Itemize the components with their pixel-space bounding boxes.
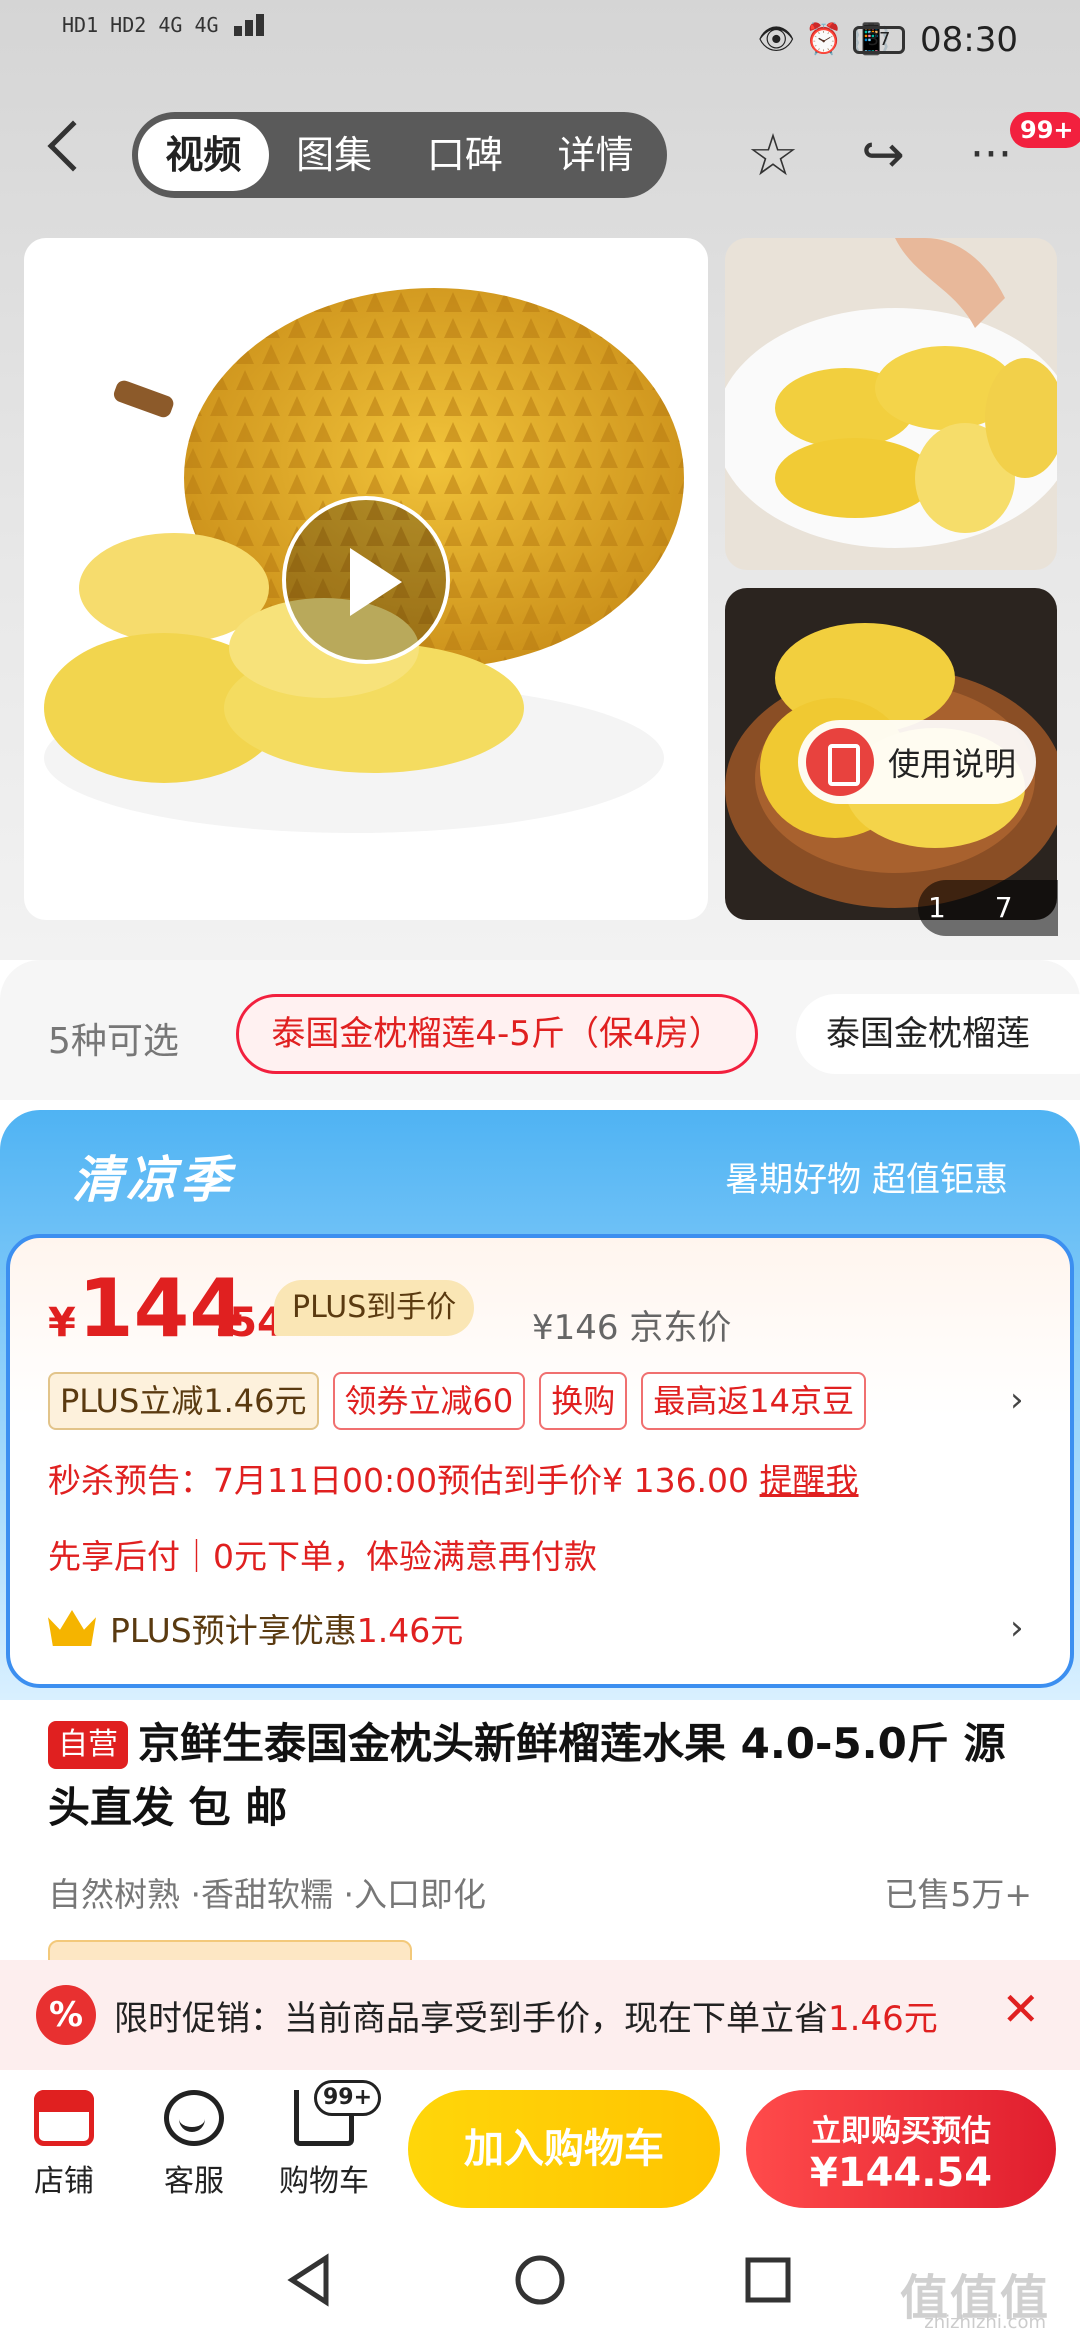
notice-amount: 1.46元 [828, 1998, 938, 2039]
chip-coupon[interactable]: 领券立减60 [332, 1372, 526, 1430]
pager-current: 1 [928, 891, 946, 924]
customer-service-icon [164, 2090, 224, 2146]
customer-service-button[interactable]: 客服 [134, 2090, 254, 2200]
percent-icon: % [36, 1985, 96, 2045]
battery-level: 37 [867, 29, 891, 50]
add-to-cart-button[interactable]: 加入购物车 [408, 2090, 720, 2208]
promo-title: 清凉季 [72, 1151, 234, 1209]
signal-bar-icon [233, 26, 242, 36]
tab-details[interactable]: 详情 [530, 119, 661, 191]
jd-price: ¥146 京东价 [532, 1308, 732, 1348]
cart-label: 购物车 [279, 2164, 369, 2199]
service-label: 客服 [164, 2164, 224, 2199]
gallery-pager: 1 7 [918, 880, 1058, 936]
product-title: 自营 京鲜生泰国金枕头新鲜榴莲水果 4.0-5.0斤 源头直发 包 邮 [48, 1712, 1038, 1840]
flash-sale-notice: 秒杀预告：7月11日00:00预估到手价¥ 136.00 提醒我 [48, 1454, 859, 1502]
chip-jd-beans[interactable]: 最高返14京豆 [641, 1372, 867, 1430]
variant-option-selected[interactable]: 泰国金枕榴莲4-5斤（保4房） [236, 994, 758, 1074]
shop-label: 店铺 [34, 2164, 94, 2199]
notice-prefix: 限时促销：当前商品享受到手价，现在下单立省 [114, 1998, 828, 2039]
remind-me-link[interactable]: 提醒我 [760, 1461, 859, 1500]
gallery-thumb-1[interactable] [725, 238, 1057, 570]
nav-recents-icon[interactable] [742, 2254, 794, 2306]
shop-button[interactable]: 店铺 [4, 2090, 124, 2200]
sold-count: 已售5万+ [884, 1875, 1032, 1914]
self-operated-badge: 自营 [48, 1721, 128, 1769]
manual-icon [806, 728, 874, 796]
media-tabs: 视频 图集 口碑 详情 [132, 112, 667, 198]
promo-subtitle: 暑期好物 超值钜惠 [725, 1160, 1008, 1200]
notification-badge: 99+ [1010, 112, 1080, 148]
cart-badge: 99+ [314, 2080, 382, 2116]
chevron-right-icon[interactable]: › [1010, 1380, 1024, 1420]
main-product-video[interactable] [24, 238, 708, 920]
chevron-right-icon[interactable]: › [1010, 1608, 1024, 1648]
signal-bar-icon [255, 14, 264, 36]
shop-icon [34, 2090, 94, 2146]
close-icon[interactable]: ✕ [1001, 1982, 1040, 2036]
favorite-star-icon[interactable]: ☆ [740, 122, 806, 188]
tab-gallery[interactable]: 图集 [269, 119, 400, 191]
network-indicator: HD1 HD2 4G 4G [62, 14, 264, 36]
plus-benefit-text: PLUS预计享优惠 [110, 1611, 357, 1650]
discount-chips[interactable]: PLUS立减1.46元 领券立减60 换购 最高返14京豆 [48, 1372, 867, 1430]
status-bar: HD1 HD2 4G 4G 👁⏰📳 37 08:30 [0, 0, 1080, 82]
product-title-text: 京鲜生泰国金枕头新鲜榴莲水果 4.0-5.0斤 源头直发 包 邮 [48, 1719, 1006, 1832]
tab-reviews[interactable]: 口碑 [400, 119, 531, 191]
plus-price-tag: PLUS到手价 [274, 1280, 475, 1336]
plus-benefit-amount: 1.46元 [356, 1611, 464, 1650]
battery-icon: 37 [853, 26, 905, 54]
nav-home-icon[interactable] [512, 2252, 568, 2308]
pager-total: 7 [994, 891, 1013, 924]
notice-text: 限时促销：当前商品享受到手价，现在下单立省1.46元 [114, 1991, 938, 2040]
product-tags: 自然树熟 ·香甜软糯 ·入口即化 [48, 1875, 486, 1914]
pay-later-text[interactable]: 先享后付｜0元下单，体验满意再付款 [48, 1530, 597, 1578]
usage-label: 使用说明 [888, 745, 1017, 783]
price-currency: ¥ [48, 1300, 76, 1346]
crown-icon [48, 1610, 96, 1646]
tab-video[interactable]: 视频 [138, 119, 269, 191]
network-text: HD1 HD2 4G 4G [62, 13, 219, 37]
plus-benefit-row[interactable]: PLUS预计享优惠 1.46元 [48, 1604, 463, 1652]
variant-option[interactable]: 泰国金枕榴莲 [796, 994, 1080, 1074]
usage-guide-button[interactable]: 使用说明 [798, 720, 1036, 804]
play-button-icon[interactable] [282, 496, 450, 664]
buy-now-button[interactable]: 立即购买预估 ¥144.54 [746, 2090, 1056, 2208]
share-icon[interactable]: ↪ [850, 122, 916, 188]
flash-sale-text: 秒杀预告：7月11日00:00预估到手价¥ 136.00 [48, 1461, 750, 1500]
signal-bar-icon [244, 20, 253, 36]
buy-now-price: ¥144.54 [809, 2150, 993, 2196]
buy-now-label: 立即购买预估 [811, 2114, 991, 2149]
variant-count: 5种可选 [48, 1021, 179, 1062]
clock: 08:30 [920, 20, 1018, 60]
chip-plus-discount[interactable]: PLUS立减1.46元 [48, 1372, 319, 1430]
promo-notice: % 限时促销：当前商品享受到手价，现在下单立省1.46元 ✕ [0, 1960, 1080, 2070]
chip-exchange[interactable]: 换购 [539, 1372, 628, 1430]
nav-back-icon[interactable] [282, 2252, 338, 2308]
watermark-sub: zhizhizhi.com [924, 2312, 1046, 2333]
durian-pulp-image [725, 238, 1057, 548]
